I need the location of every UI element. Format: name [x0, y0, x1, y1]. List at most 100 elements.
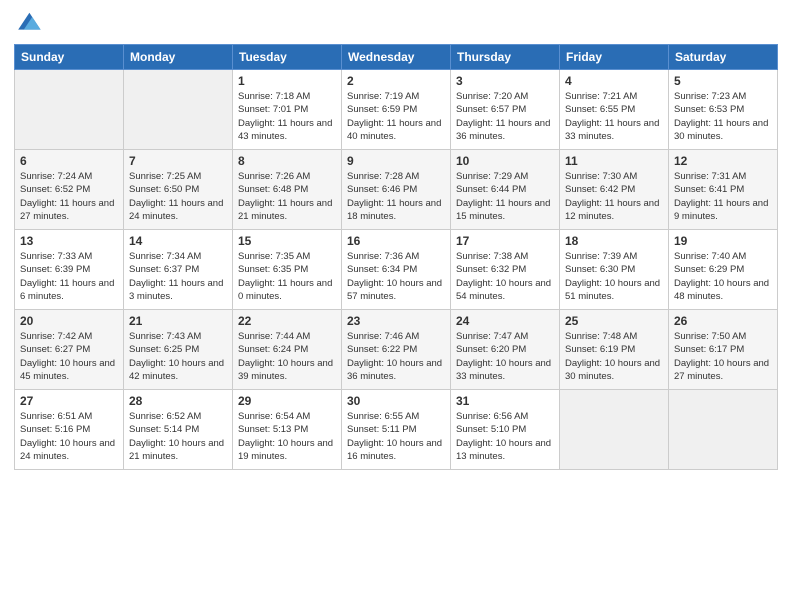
day-info: Sunrise: 7:21 AM Sunset: 6:55 PM Dayligh…: [565, 90, 663, 143]
day-number: 5: [674, 74, 772, 88]
day-info: Sunrise: 7:50 AM Sunset: 6:17 PM Dayligh…: [674, 330, 772, 383]
calendar-cell: 31 Sunrise: 6:56 AM Sunset: 5:10 PM Dayli…: [451, 390, 560, 470]
day-number: 19: [674, 234, 772, 248]
calendar-cell: 9Sunrise: 7:28 AM Sunset: 6:46 PM Daylig…: [342, 150, 451, 230]
day-number: 26: [674, 314, 772, 328]
day-number: 25: [565, 314, 663, 328]
weekday-header-thursday: Thursday: [451, 45, 560, 70]
calendar-week-5: 27 Sunrise: 6:51 AM Sunset: 5:16 PM Dayli…: [15, 390, 778, 470]
day-number: 3: [456, 74, 554, 88]
calendar-cell: 30Sunrise: 6:55 AM Sunset: 5:11 PM Dayli…: [342, 390, 451, 470]
day-info: Sunrise: 7:47 AM Sunset: 6:20 PM Dayligh…: [456, 330, 554, 383]
day-number: 13: [20, 234, 118, 248]
weekday-header-saturday: Saturday: [669, 45, 778, 70]
page: SundayMondayTuesdayWednesdayThursdayFrid…: [0, 0, 792, 612]
day-number: 18: [565, 234, 663, 248]
calendar-cell: 12 Sunrise: 7:31 AM Sunset: 6:41 PM Dayli…: [669, 150, 778, 230]
logo-icon: [14, 10, 42, 38]
calendar-cell: 25Sunrise: 7:48 AM Sunset: 6:19 PM Dayli…: [560, 310, 669, 390]
calendar-cell: [560, 390, 669, 470]
calendar-week-3: 13 Sunrise: 7:33 AM Sunset: 6:39 PM Dayli…: [15, 230, 778, 310]
calendar-cell: 3 Sunrise: 7:20 AM Sunset: 6:57 PM Daylig…: [451, 70, 560, 150]
day-info: Sunrise: 7:42 AM Sunset: 6:27 PM Dayligh…: [20, 330, 118, 383]
calendar-cell: 10 Sunrise: 7:29 AM Sunset: 6:44 PM Dayli…: [451, 150, 560, 230]
calendar-cell: [669, 390, 778, 470]
day-info: Sunrise: 7:44 AM Sunset: 6:24 PM Dayligh…: [238, 330, 336, 383]
calendar-cell: 26 Sunrise: 7:50 AM Sunset: 6:17 PM Dayli…: [669, 310, 778, 390]
day-number: 29: [238, 394, 336, 408]
day-number: 7: [129, 154, 227, 168]
calendar-cell: 4 Sunrise: 7:21 AM Sunset: 6:55 PM Daylig…: [560, 70, 669, 150]
day-number: 14: [129, 234, 227, 248]
day-info: Sunrise: 7:38 AM Sunset: 6:32 PM Dayligh…: [456, 250, 554, 303]
day-number: 2: [347, 74, 445, 88]
day-info: Sunrise: 7:24 AM Sunset: 6:52 PM Dayligh…: [20, 170, 118, 223]
weekday-header-row: SundayMondayTuesdayWednesdayThursdayFrid…: [15, 45, 778, 70]
day-info: Sunrise: 7:18 AM Sunset: 7:01 PM Dayligh…: [238, 90, 336, 143]
calendar-cell: 5 Sunrise: 7:23 AM Sunset: 6:53 PM Daylig…: [669, 70, 778, 150]
calendar-cell: 22 Sunrise: 7:44 AM Sunset: 6:24 PM Dayli…: [233, 310, 342, 390]
calendar-week-4: 20 Sunrise: 7:42 AM Sunset: 6:27 PM Dayli…: [15, 310, 778, 390]
day-info: Sunrise: 7:34 AM Sunset: 6:37 PM Dayligh…: [129, 250, 227, 303]
day-info: Sunrise: 7:20 AM Sunset: 6:57 PM Dayligh…: [456, 90, 554, 143]
day-number: 23: [347, 314, 445, 328]
day-info: Sunrise: 7:46 AM Sunset: 6:22 PM Dayligh…: [347, 330, 445, 383]
day-info: Sunrise: 7:35 AM Sunset: 6:35 PM Dayligh…: [238, 250, 336, 303]
calendar-cell: 14 Sunrise: 7:34 AM Sunset: 6:37 PM Dayli…: [124, 230, 233, 310]
calendar-cell: 24Sunrise: 7:47 AM Sunset: 6:20 PM Dayli…: [451, 310, 560, 390]
day-info: Sunrise: 7:19 AM Sunset: 6:59 PM Dayligh…: [347, 90, 445, 143]
calendar-cell: 29Sunrise: 6:54 AM Sunset: 5:13 PM Dayli…: [233, 390, 342, 470]
day-number: 20: [20, 314, 118, 328]
header: [14, 10, 778, 38]
weekday-header-monday: Monday: [124, 45, 233, 70]
calendar-cell: 21Sunrise: 7:43 AM Sunset: 6:25 PM Dayli…: [124, 310, 233, 390]
day-number: 28: [129, 394, 227, 408]
day-info: Sunrise: 7:39 AM Sunset: 6:30 PM Dayligh…: [565, 250, 663, 303]
day-number: 10: [456, 154, 554, 168]
weekday-header-sunday: Sunday: [15, 45, 124, 70]
calendar-cell: [124, 70, 233, 150]
day-info: Sunrise: 7:29 AM Sunset: 6:44 PM Dayligh…: [456, 170, 554, 223]
day-info: Sunrise: 7:33 AM Sunset: 6:39 PM Dayligh…: [20, 250, 118, 303]
calendar-table: SundayMondayTuesdayWednesdayThursdayFrid…: [14, 44, 778, 470]
calendar-cell: 11 Sunrise: 7:30 AM Sunset: 6:42 PM Dayli…: [560, 150, 669, 230]
calendar-cell: 20 Sunrise: 7:42 AM Sunset: 6:27 PM Dayli…: [15, 310, 124, 390]
day-info: Sunrise: 7:28 AM Sunset: 6:46 PM Dayligh…: [347, 170, 445, 223]
calendar-cell: 16Sunrise: 7:36 AM Sunset: 6:34 PM Dayli…: [342, 230, 451, 310]
day-number: 15: [238, 234, 336, 248]
calendar-cell: 19Sunrise: 7:40 AM Sunset: 6:29 PM Dayli…: [669, 230, 778, 310]
day-number: 12: [674, 154, 772, 168]
calendar-cell: 13 Sunrise: 7:33 AM Sunset: 6:39 PM Dayli…: [15, 230, 124, 310]
day-info: Sunrise: 7:23 AM Sunset: 6:53 PM Dayligh…: [674, 90, 772, 143]
calendar-week-2: 6 Sunrise: 7:24 AM Sunset: 6:52 PM Daylig…: [15, 150, 778, 230]
day-number: 30: [347, 394, 445, 408]
calendar-cell: 17 Sunrise: 7:38 AM Sunset: 6:32 PM Dayli…: [451, 230, 560, 310]
day-info: Sunrise: 6:56 AM Sunset: 5:10 PM Dayligh…: [456, 410, 554, 463]
day-info: Sunrise: 7:25 AM Sunset: 6:50 PM Dayligh…: [129, 170, 227, 223]
calendar-cell: 1Sunrise: 7:18 AM Sunset: 7:01 PM Daylig…: [233, 70, 342, 150]
day-number: 31: [456, 394, 554, 408]
calendar-cell: 28 Sunrise: 6:52 AM Sunset: 5:14 PM Dayli…: [124, 390, 233, 470]
day-number: 8: [238, 154, 336, 168]
logo: [14, 10, 44, 38]
calendar-cell: 8Sunrise: 7:26 AM Sunset: 6:48 PM Daylig…: [233, 150, 342, 230]
calendar-cell: 2 Sunrise: 7:19 AM Sunset: 6:59 PM Daylig…: [342, 70, 451, 150]
calendar-cell: 6 Sunrise: 7:24 AM Sunset: 6:52 PM Daylig…: [15, 150, 124, 230]
day-info: Sunrise: 7:36 AM Sunset: 6:34 PM Dayligh…: [347, 250, 445, 303]
day-info: Sunrise: 6:52 AM Sunset: 5:14 PM Dayligh…: [129, 410, 227, 463]
calendar-cell: 27 Sunrise: 6:51 AM Sunset: 5:16 PM Dayli…: [15, 390, 124, 470]
day-number: 4: [565, 74, 663, 88]
day-number: 27: [20, 394, 118, 408]
calendar-week-1: 1Sunrise: 7:18 AM Sunset: 7:01 PM Daylig…: [15, 70, 778, 150]
day-number: 6: [20, 154, 118, 168]
calendar-cell: [15, 70, 124, 150]
day-info: Sunrise: 7:31 AM Sunset: 6:41 PM Dayligh…: [674, 170, 772, 223]
day-number: 17: [456, 234, 554, 248]
calendar-cell: 23 Sunrise: 7:46 AM Sunset: 6:22 PM Dayli…: [342, 310, 451, 390]
day-info: Sunrise: 7:30 AM Sunset: 6:42 PM Dayligh…: [565, 170, 663, 223]
day-info: Sunrise: 6:51 AM Sunset: 5:16 PM Dayligh…: [20, 410, 118, 463]
weekday-header-friday: Friday: [560, 45, 669, 70]
day-number: 11: [565, 154, 663, 168]
day-number: 22: [238, 314, 336, 328]
calendar-cell: 18 Sunrise: 7:39 AM Sunset: 6:30 PM Dayli…: [560, 230, 669, 310]
